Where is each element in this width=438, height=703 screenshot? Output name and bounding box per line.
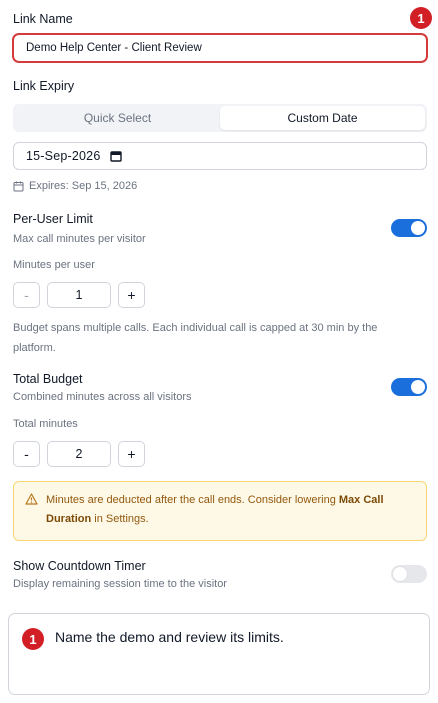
expiry-mode-selector: Quick Select Custom Date (13, 104, 427, 132)
warning-text: Minutes are deducted after the call ends… (46, 491, 416, 529)
warning-triangle-icon (25, 493, 38, 505)
per-user-limit-toggle[interactable] (391, 219, 427, 237)
total-minutes-input[interactable]: 2 (47, 441, 111, 467)
warning-text-part: Minutes are deducted after the call ends… (46, 494, 339, 506)
minutes-per-user-label: Minutes per user (13, 259, 95, 271)
countdown-title: Show Countdown Timer (13, 559, 146, 573)
per-user-limit-subtitle: Max call minutes per visitor (13, 233, 146, 245)
date-input[interactable]: 15-Sep-2026 (13, 142, 427, 170)
total-budget-toggle[interactable] (391, 378, 427, 396)
minutes-per-user-input[interactable]: 1 (47, 282, 111, 308)
minutes-per-user-increment-button[interactable]: + (118, 282, 145, 308)
expires-info: Expires: Sep 15, 2026 (13, 180, 137, 192)
total-budget-subtitle: Combined minutes across all visitors (13, 391, 192, 403)
link-name-input[interactable] (12, 33, 428, 63)
countdown-subtitle: Display remaining session time to the vi… (13, 578, 227, 590)
link-expiry-label: Link Expiry (13, 79, 75, 93)
instruction-panel: 1 Name the demo and review its limits. (8, 613, 430, 695)
date-value: 15-Sep-2026 (26, 149, 101, 163)
calendar-icon (13, 181, 24, 192)
minutes-per-user-decrement-button[interactable]: - (13, 282, 40, 308)
total-minutes-increment-button[interactable]: + (118, 441, 145, 467)
instruction-badge: 1 (22, 628, 44, 650)
total-minutes-label: Total minutes (13, 418, 78, 430)
link-name-label: Link Name (13, 12, 73, 26)
warning-text-part: in Settings. (91, 513, 149, 525)
instruction-text: Name the demo and review its limits. (55, 629, 284, 645)
budget-note: Budget spans multiple calls. Each indivi… (13, 322, 378, 354)
expires-text: Expires: Sep 15, 2026 (29, 180, 138, 192)
tab-custom-date[interactable]: Custom Date (220, 106, 425, 130)
total-budget-title: Total Budget (13, 372, 83, 386)
total-minutes-decrement-button[interactable]: - (13, 441, 40, 467)
tab-quick-select[interactable]: Quick Select (15, 106, 220, 130)
step-badge: 1 (410, 7, 432, 29)
per-user-limit-title: Per-User Limit (13, 212, 93, 226)
calendar-picker-icon[interactable] (110, 150, 123, 162)
countdown-toggle[interactable] (391, 565, 427, 583)
warning-banner: Minutes are deducted after the call ends… (13, 481, 427, 541)
